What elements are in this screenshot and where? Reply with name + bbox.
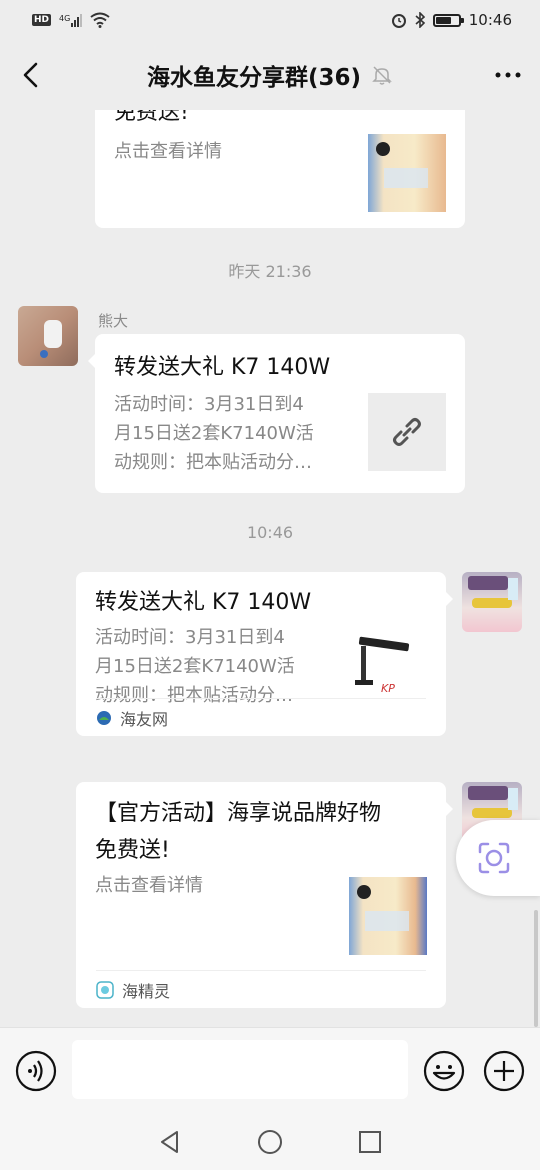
card-thumbnail: KP [349, 630, 427, 708]
card-thumbnail [368, 393, 446, 471]
scrollbar[interactable] [534, 910, 538, 1027]
desc-line: 活动时间：3月31日到4 [114, 394, 304, 415]
source-logo-icon [97, 710, 111, 725]
desc-line: 活动时间：3月31日到4 [95, 627, 285, 648]
clock: 10:46 [468, 11, 512, 29]
signal-icon: 4G [59, 13, 83, 27]
message-card[interactable]: 转发送大礼 K7 140W 活动时间：3月31日到4 月15日送2套K7140W… [76, 572, 453, 736]
card-source: 海友网 [96, 698, 426, 736]
system-nav-bar [0, 1113, 540, 1170]
timestamp: 10:46 [246, 523, 294, 542]
card-description: 活动时间：3月31日到4 月15日送2套K7140W活 动规则：把本贴活动分… [114, 390, 349, 477]
message-card[interactable]: 【官方活动】海享说品牌好物 免费送! 点击查看详情 海精灵 [76, 782, 453, 1008]
title-line: 免费送! [95, 838, 170, 863]
more-options-icon[interactable] [490, 57, 526, 93]
scan-icon [478, 842, 510, 874]
message-card-partial[interactable]: 免费送! 点击查看详情 [95, 110, 465, 228]
emoji-icon[interactable] [423, 1050, 465, 1092]
voice-icon[interactable] [15, 1050, 57, 1092]
card-description: 点击查看详情 [95, 875, 203, 896]
card-title: 转发送大礼 K7 140W [114, 355, 331, 380]
battery-icon [432, 13, 464, 27]
card-title-tail: 免费送! [114, 110, 189, 125]
card-title: 【官方活动】海享说品牌好物 免费送! [95, 795, 435, 869]
desc-line: 月15日送2套K7140W活 [95, 656, 295, 677]
card-thumbnail [349, 877, 427, 955]
plus-icon[interactable] [483, 1050, 525, 1092]
card-description: 点击查看详情 [114, 141, 222, 162]
avatar[interactable] [462, 572, 522, 632]
title-line: 【官方活动】海享说品牌好物 [95, 801, 382, 826]
status-bar: HD 4G 10:46 [0, 0, 540, 40]
desc-line: 月15日送2套K7140W活 [114, 423, 314, 444]
message-input[interactable] [72, 1040, 408, 1099]
hd-badge: HD [32, 14, 52, 26]
bluetooth-icon [415, 12, 425, 28]
bell-off-icon [372, 66, 392, 85]
card-description: 活动时间：3月31日到4 月15日送2套K7140W活 动规则：把本贴活动分… [95, 623, 330, 710]
desc-line: 动规则：把本贴活动分… [114, 452, 312, 473]
link-icon [393, 418, 421, 446]
avatar[interactable] [18, 306, 78, 366]
timestamp: 昨天 21:36 [228, 262, 312, 281]
floating-scan-button[interactable] [456, 820, 540, 896]
nav-home-icon[interactable] [257, 1129, 283, 1155]
back-arrow-icon[interactable] [14, 57, 50, 93]
input-bar [0, 1027, 540, 1113]
message-card[interactable]: 转发送大礼 K7 140W 活动时间：3月31日到4 月15日送2套K7140W… [88, 334, 465, 493]
source-name: 海友网 [120, 709, 169, 729]
wifi-icon [90, 12, 110, 28]
card-source: 海精灵 [96, 970, 426, 1008]
nav-back-icon[interactable] [157, 1129, 183, 1155]
network-label: 4G [59, 13, 71, 23]
chat-header: 海水鱼友分享群(36) [0, 40, 540, 110]
source-logo-icon [96, 980, 114, 999]
alarm-icon [391, 14, 406, 28]
chat-area[interactable]: 免费送! 点击查看详情 昨天 21:36 熊大 转发送大礼 K7 140W 活动… [0, 110, 540, 1027]
nav-recents-icon[interactable] [357, 1129, 383, 1155]
page-title: 海水鱼友分享群(36) [146, 65, 362, 91]
svg-text:KP: KP [381, 682, 395, 695]
card-title: 转发送大礼 K7 140W [95, 590, 312, 615]
product-image: KP [355, 636, 410, 695]
card-thumbnail [368, 134, 446, 212]
source-name: 海精灵 [122, 981, 171, 1001]
sender-name: 熊大 [98, 312, 129, 330]
